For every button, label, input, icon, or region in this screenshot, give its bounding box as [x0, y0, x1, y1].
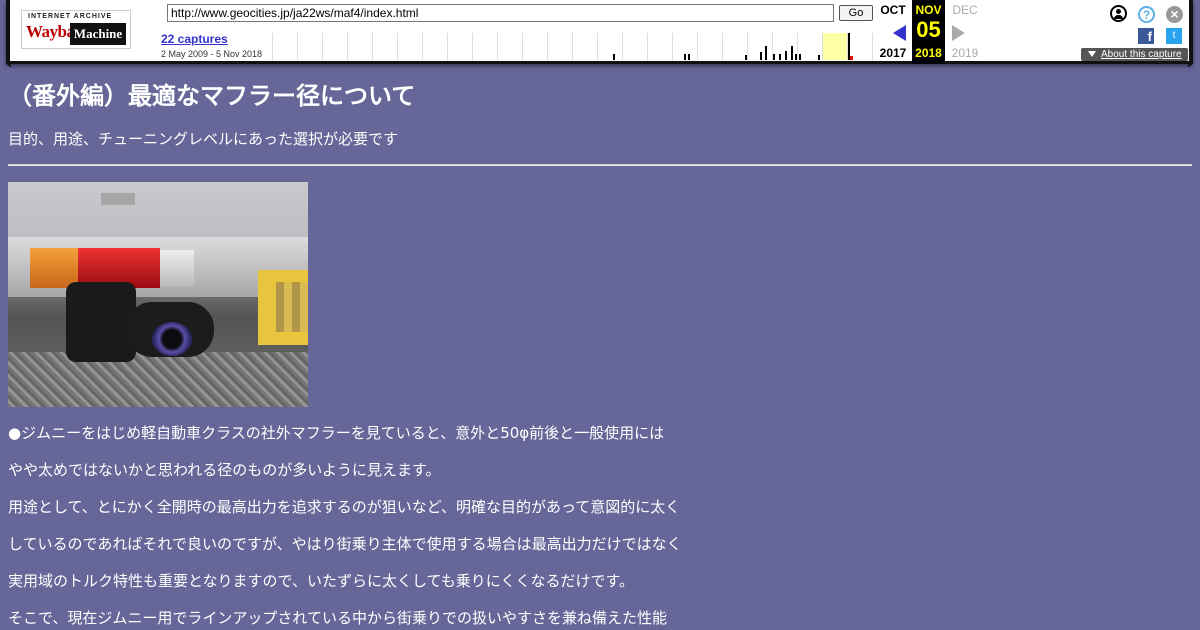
url-input[interactable]: http://www.geocities.jp/ja22ws/maf4/inde…	[167, 4, 834, 22]
sparkline-year-cell[interactable]	[348, 33, 373, 60]
sparkline-capture-tick	[613, 54, 615, 60]
capture-date-range: 2 May 2009 - 5 Nov 2018	[161, 49, 263, 59]
help-icon[interactable]: ?	[1138, 6, 1155, 23]
sparkline-capture-tick	[795, 54, 797, 60]
sparkline-capture-tick	[799, 54, 801, 60]
sparkline-year-cell[interactable]	[823, 33, 848, 60]
body-paragraph: しているのであればそれで良いのですが、やはり街乗り主体で使用する場合は最高出力だ…	[8, 535, 682, 553]
page-subtitle: 目的、用途、チューニングレベルにあった選択が必要です	[8, 130, 399, 148]
body-paragraph: ●ジムニーをはじめ軽自動車クラスの社外マフラーを見ていると、意外と50φ前後と一…	[8, 424, 665, 442]
photo-ground	[8, 352, 308, 407]
sparkline-capture-tick	[785, 51, 787, 60]
sparkline-year-cell[interactable]	[498, 33, 523, 60]
user-account-icon[interactable]	[1110, 5, 1127, 22]
logo-machine-text: Machine	[70, 23, 126, 45]
current-month-column: NOV 05 2018	[912, 0, 945, 64]
prev-month-column[interactable]: OCT 2017	[874, 0, 912, 64]
sparkline-year-cell[interactable]	[323, 33, 348, 60]
sparkline-current-capture-dot	[850, 56, 853, 60]
sparkline-year-cell[interactable]	[523, 33, 548, 60]
page-title: （番外編）最適なマフラー径について	[8, 82, 416, 110]
sparkline-capture-tick	[745, 55, 747, 60]
muffler-photo	[8, 182, 308, 407]
photo-emblem	[101, 193, 135, 205]
sparkline-capture-tick	[688, 54, 690, 60]
go-button[interactable]: Go	[839, 5, 873, 21]
sparkline-year-cell[interactable]	[598, 33, 623, 60]
next-capture-arrow-icon	[952, 25, 965, 41]
sparkline-year-cell[interactable]	[698, 33, 723, 60]
facebook-share-icon[interactable]: f	[1138, 28, 1154, 44]
body-paragraph: やや太めではないかと思われる径のものが多いように見えます。	[8, 461, 441, 479]
sparkline-year-cell[interactable]	[298, 33, 323, 60]
next-month-column: DEC 2019	[945, 0, 985, 64]
about-this-capture-button[interactable]: About this capture	[1081, 48, 1188, 61]
sparkline-capture-tick	[760, 52, 762, 60]
sparkline-year-cell[interactable]	[648, 33, 673, 60]
body-paragraph: 用途として、とにかく全開時の最高出力を追求するのが狙いなど、明確な目的があって意…	[8, 498, 681, 516]
capture-sparkline[interactable]	[272, 33, 873, 60]
body-paragraph: 実用域のトルク特性も重要となりますので、いたずらに太くしても乗りにくくなるだけで…	[8, 572, 634, 590]
sparkline-capture-tick	[791, 46, 793, 60]
captures-link[interactable]: 22 captures	[161, 32, 228, 46]
next-month-label: DEC	[952, 3, 978, 17]
current-year-label: 2018	[915, 46, 942, 60]
prev-year-label[interactable]: 2017	[874, 46, 912, 60]
twitter-share-icon[interactable]: t	[1166, 28, 1182, 44]
sparkline-capture-tick	[773, 54, 775, 60]
sparkline-year-cell[interactable]	[273, 33, 298, 60]
sparkline-year-cell[interactable]	[473, 33, 498, 60]
sparkline-year-cell[interactable]	[573, 33, 598, 60]
current-month-label: NOV	[915, 3, 942, 17]
sparkline-year-cell[interactable]	[373, 33, 398, 60]
close-icon[interactable]: ×	[1166, 6, 1183, 23]
sparkline-capture-tick	[765, 46, 767, 60]
body-paragraph: そこで、現在ジムニー用でラインアップされている中から街乗りでの扱いやすさを兼ね備…	[8, 609, 667, 627]
wayback-logo[interactable]: INTERNET ARCHIVE Wayback Machine	[21, 10, 131, 49]
prev-month-label: OCT	[880, 3, 906, 17]
sparkline-year-cell[interactable]	[623, 33, 648, 60]
wayback-toolbar: INTERNET ARCHIVE Wayback Machine http://…	[6, 0, 1193, 64]
sparkline-year-cell[interactable]	[423, 33, 448, 60]
sparkline-year-cell[interactable]	[448, 33, 473, 60]
sparkline-year-cell[interactable]	[398, 33, 423, 60]
sparkline-capture-tick	[779, 54, 781, 60]
prev-capture-arrow-icon[interactable]	[893, 25, 906, 41]
photo-plate-mosaic	[276, 282, 308, 332]
horizontal-rule	[8, 164, 1192, 166]
photo-lamp-clear	[160, 250, 194, 286]
sparkline-capture-tick	[684, 54, 686, 60]
photo-exhaust-tip	[152, 322, 192, 356]
sparkline-year-cell[interactable]	[548, 33, 573, 60]
sparkline-capture-tick	[818, 55, 820, 60]
next-year-label: 2019	[951, 46, 979, 60]
current-day-label: 05	[916, 17, 941, 42]
logo-internet-archive-text: INTERNET ARCHIVE	[28, 13, 113, 20]
page-content: （番外編）最適なマフラー径について 目的、用途、チューニングレベルにあった選択が…	[8, 78, 1192, 629]
